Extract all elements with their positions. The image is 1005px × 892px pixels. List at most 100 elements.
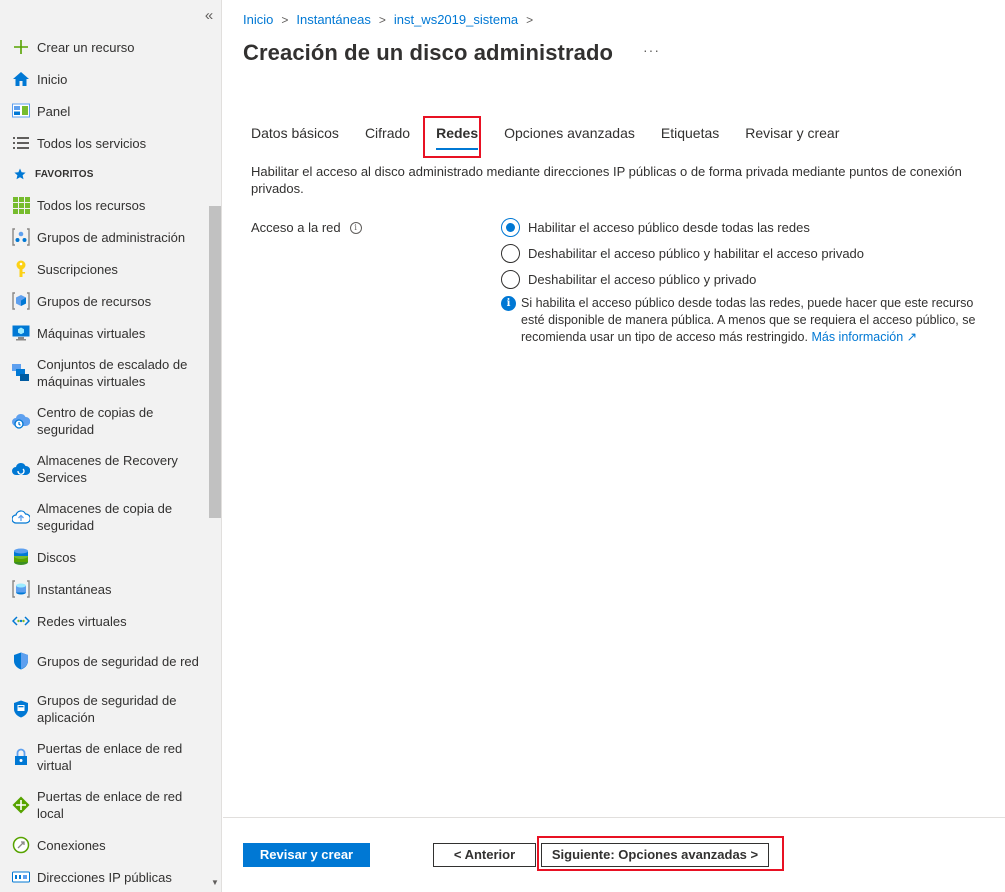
sidebar-item-label: Discos bbox=[37, 549, 77, 565]
review-create-button[interactable]: Revisar y crear bbox=[243, 843, 370, 867]
networking-description: Habilitar el acceso al disco administrad… bbox=[251, 164, 962, 196]
tab-advanced[interactable]: Opciones avanzadas bbox=[504, 116, 635, 156]
sidebar-item-recovery-services-vaults[interactable]: Almacenes de Recovery Services bbox=[0, 445, 206, 493]
info-icon[interactable]: i bbox=[349, 221, 362, 234]
tab-bar: Datos básicos Cifrado Redes Opciones ava… bbox=[251, 116, 865, 156]
sidebar-item-label: Suscripciones bbox=[37, 261, 118, 277]
sidebar-item-disks[interactable]: Discos bbox=[0, 541, 206, 573]
sidebar-item-connections[interactable]: Conexiones bbox=[0, 829, 206, 861]
disk-icon bbox=[12, 548, 30, 566]
sidebar-item-virtual-networks[interactable]: Redes virtuales bbox=[0, 605, 206, 637]
radio-button-checked[interactable] bbox=[501, 217, 520, 237]
scale-set-icon bbox=[12, 364, 30, 382]
app-shield-icon bbox=[12, 700, 30, 718]
radio-button[interactable] bbox=[501, 243, 520, 263]
network-access-label: Acceso a la red bbox=[251, 220, 341, 235]
star-icon bbox=[14, 168, 26, 180]
radio-disable-public-enable-private[interactable]: Deshabilitar el acceso público y habilit… bbox=[501, 240, 864, 266]
radio-label: Deshabilitar el acceso público y habilit… bbox=[528, 245, 865, 261]
vnet-icon bbox=[12, 612, 30, 630]
sidebar-item-label: Máquinas virtuales bbox=[37, 325, 146, 341]
next-advanced-button[interactable]: Siguiente: Opciones avanzadas > bbox=[541, 843, 769, 867]
sidebar-item-resource-groups[interactable]: Grupos de recursos bbox=[0, 285, 206, 317]
dashboard-icon bbox=[12, 102, 30, 120]
previous-button[interactable]: < Anterior bbox=[433, 843, 536, 867]
sidebar-item-label: Instantáneas bbox=[37, 581, 112, 597]
sidebar-item-label: Grupos de seguridad de aplicación bbox=[37, 693, 177, 725]
sidebar-item-label: Centro de copias de seguridad bbox=[37, 405, 154, 437]
sidebar-item-label: Panel bbox=[37, 103, 71, 119]
recovery-cloud-icon bbox=[12, 460, 30, 478]
cube-icon bbox=[12, 292, 30, 310]
radio-disable-public-and-private[interactable]: Deshabilitar el acceso público y privado bbox=[501, 266, 864, 292]
management-group-icon bbox=[12, 228, 30, 246]
breadcrumb-chevron-icon: > bbox=[281, 12, 289, 27]
collapse-sidebar-button[interactable]: « bbox=[200, 8, 218, 26]
public-access-info-message: i Si habilita el acceso público desde to… bbox=[501, 295, 991, 346]
scroll-down-arrow-icon[interactable]: ▼ bbox=[210, 878, 220, 888]
sidebar-item-label: Crear un recurso bbox=[37, 39, 135, 55]
sidebar-item-label: Conexiones bbox=[37, 837, 106, 853]
sidebar-nav: Crear un recurso Inicio Panel Todos los … bbox=[0, 31, 206, 892]
radio-label: Deshabilitar el acceso público y privado bbox=[528, 271, 757, 287]
tab-tags[interactable]: Etiquetas bbox=[661, 116, 719, 156]
breadcrumb-snapshot-name[interactable]: inst_ws2019_sistema bbox=[394, 12, 518, 27]
scrollbar-thumb[interactable] bbox=[209, 206, 221, 518]
external-link-icon: ↗ bbox=[906, 330, 918, 344]
connection-icon bbox=[12, 836, 30, 854]
key-icon bbox=[12, 260, 30, 278]
sidebar-item-all-services[interactable]: Todos los servicios bbox=[0, 127, 206, 159]
more-options-button[interactable]: ··· bbox=[643, 42, 660, 58]
radio-enable-public-access[interactable]: Habilitar el acceso público desde todas … bbox=[501, 214, 864, 240]
sidebar-item-label: Redes virtuales bbox=[37, 613, 127, 629]
backup-cloud-icon bbox=[12, 508, 30, 526]
sidebar-item-label: Inicio bbox=[37, 71, 68, 87]
sidebar-item-all-resources[interactable]: Todos los recursos bbox=[0, 189, 206, 221]
sidebar-item-label: Grupos de recursos bbox=[37, 293, 152, 309]
sidebar-item-dashboard[interactable]: Panel bbox=[0, 95, 206, 127]
sidebar-item-snapshots[interactable]: Instantáneas bbox=[0, 573, 206, 605]
breadcrumb: Inicio > Instantáneas > inst_ws2019_sist… bbox=[243, 12, 541, 27]
sidebar-item-label: Puertas de enlace de red local bbox=[37, 789, 183, 821]
sidebar-item-backup-vaults[interactable]: Almacenes de copia de seguridad bbox=[0, 493, 206, 541]
sidebar-item-subscriptions[interactable]: Suscripciones bbox=[0, 253, 206, 285]
sidebar-item-create-resource[interactable]: Crear un recurso bbox=[0, 31, 206, 63]
snapshot-icon bbox=[12, 580, 30, 598]
breadcrumb-home[interactable]: Inicio bbox=[243, 12, 273, 27]
sidebar-item-label: Puertas de enlace de red virtual bbox=[37, 741, 183, 773]
breadcrumb-snapshots[interactable]: Instantáneas bbox=[296, 12, 370, 27]
sidebar-item-home[interactable]: Inicio bbox=[0, 63, 206, 95]
tab-highlight-box bbox=[423, 116, 481, 158]
sidebar-item-vm-scale-sets[interactable]: Conjuntos de escalado de máquinas virtua… bbox=[0, 349, 206, 397]
tab-basics[interactable]: Datos básicos bbox=[251, 116, 339, 156]
sidebar-item-network-security-groups[interactable]: Grupos de seguridad de red bbox=[0, 637, 206, 685]
sidebar-item-virtual-network-gateways[interactable]: Puertas de enlace de red virtual bbox=[0, 733, 206, 781]
sidebar: « Crear un recurso Inicio Panel Todos lo… bbox=[0, 0, 222, 892]
sidebar-item-backup-center[interactable]: Centro de copias de seguridad bbox=[0, 397, 206, 445]
sidebar-item-application-security-groups[interactable]: Grupos de seguridad de aplicación bbox=[0, 685, 206, 733]
network-access-field-label: Acceso a la red i bbox=[251, 220, 362, 235]
sidebar-item-label: Almacenes de Recovery Services bbox=[37, 453, 178, 485]
radio-label: Habilitar el acceso público desde todas … bbox=[528, 219, 810, 235]
tab-encryption[interactable]: Cifrado bbox=[365, 116, 410, 156]
sidebar-item-public-ip-addresses[interactable]: Direcciones IP públicas bbox=[0, 861, 206, 892]
home-icon bbox=[12, 70, 30, 88]
sidebar-item-virtual-machines[interactable]: Máquinas virtuales bbox=[0, 317, 206, 349]
sidebar-item-label: Grupos de seguridad de red bbox=[37, 653, 199, 669]
sidebar-item-local-network-gateways[interactable]: Puertas de enlace de red local bbox=[0, 781, 206, 829]
main-content: Inicio > Instantáneas > inst_ws2019_sist… bbox=[223, 0, 1005, 892]
page-title: Creación de un disco administrado bbox=[243, 40, 614, 65]
learn-more-link[interactable]: Más información ↗ bbox=[811, 330, 917, 344]
wizard-footer: Revisar y crear < Anterior Siguiente: Op… bbox=[223, 817, 1005, 892]
sidebar-scrollbar[interactable]: ▼ bbox=[207, 190, 221, 890]
gateway-diamond-icon bbox=[12, 796, 30, 814]
sidebar-item-label: Conjuntos de escalado de máquinas virtua… bbox=[37, 357, 188, 389]
radio-button[interactable] bbox=[501, 269, 520, 289]
sidebar-item-label: Todos los recursos bbox=[37, 197, 146, 213]
learn-more-link-text[interactable]: Más información bbox=[811, 330, 903, 344]
grid-icon bbox=[12, 196, 30, 214]
sidebar-item-label: Grupos de administración bbox=[37, 229, 186, 245]
sidebar-item-management-groups[interactable]: Grupos de administración bbox=[0, 221, 206, 253]
tab-review-create[interactable]: Revisar y crear bbox=[745, 116, 839, 156]
plus-icon bbox=[12, 38, 30, 56]
